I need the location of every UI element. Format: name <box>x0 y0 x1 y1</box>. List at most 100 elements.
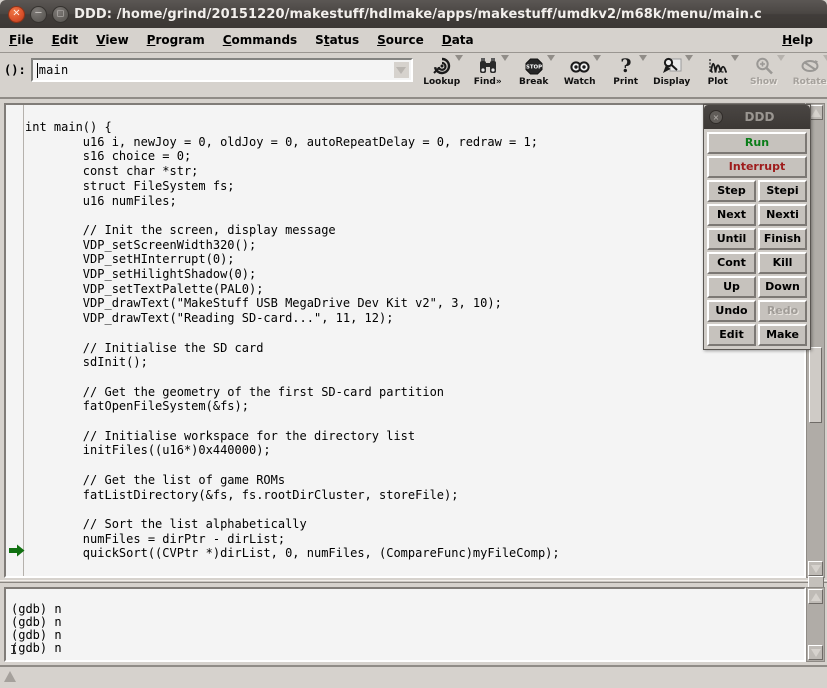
statusbar <box>0 665 827 688</box>
toolbar-buttons: Lookup Find» <box>419 53 827 87</box>
source-view[interactable]: int main() { u16 i, newJoy = 0, oldJoy =… <box>4 103 806 578</box>
toolbar-button-label: Find» <box>474 77 502 87</box>
command-button-stepi[interactable]: Stepi <box>758 180 807 202</box>
toolbar-button-label: Lookup <box>423 77 460 87</box>
window-titlebar: × − □ DDD: /home/grind/20151220/makestuf… <box>0 0 827 28</box>
source-code-text: int main() { u16 i, newJoy = 0, oldJoy =… <box>25 120 560 578</box>
toolbar-button-label: Print <box>613 77 638 87</box>
toolbar-button-print[interactable]: ? Print <box>603 54 649 87</box>
command-button-step[interactable]: Step <box>707 180 756 202</box>
console-scroll-down-button[interactable] <box>808 645 823 660</box>
menu-status[interactable]: Status <box>306 31 368 49</box>
dropdown-arrow-icon <box>547 55 555 61</box>
toolbar-button-plot[interactable]: Plot <box>695 54 741 87</box>
caret-down-icon <box>811 565 821 573</box>
argument-input[interactable]: main <box>31 58 413 82</box>
question-mark-icon: ? <box>613 54 639 78</box>
menu-source[interactable]: Source <box>368 31 433 49</box>
toolbar-button-label: Rotate <box>793 77 827 87</box>
menu-edit[interactable]: Edit <box>43 31 88 49</box>
command-button-cont[interactable]: Cont <box>707 252 756 274</box>
dropdown-arrow-icon <box>455 55 463 61</box>
argument-dropdown-button[interactable] <box>394 62 409 78</box>
menu-commands[interactable]: Commands <box>214 31 306 49</box>
text-caret <box>37 63 38 78</box>
command-window-title: DDD <box>723 110 810 124</box>
toolbar-button-lookup[interactable]: Lookup <box>419 54 465 87</box>
toolbar-button-label: Watch <box>564 77 596 87</box>
command-button-undo[interactable]: Undo <box>707 300 756 322</box>
binoculars-icon <box>475 54 501 78</box>
command-button-until[interactable]: Until <box>707 228 756 250</box>
toolbar-button-show: Show <box>741 54 787 87</box>
toolbar-button-find[interactable]: Find» <box>465 54 511 87</box>
caret-down-icon <box>811 649 821 657</box>
eyeglasses-icon <box>567 54 593 78</box>
dropdown-arrow-icon <box>731 55 739 61</box>
toolbar-button-label: Plot <box>708 77 728 87</box>
console-scroll-up-button[interactable] <box>808 589 823 604</box>
caret-up-icon <box>811 109 821 117</box>
toolbar-button-display[interactable]: Display <box>649 54 695 87</box>
menu-view[interactable]: View <box>87 31 137 49</box>
command-button-make[interactable]: Make <box>758 324 807 346</box>
command-button-run[interactable]: Run <box>707 132 807 154</box>
gdb-console[interactable]: (gdb) n (gdb) n (gdb) n (gdb) n I <box>4 587 806 662</box>
dropdown-arrow-icon <box>593 55 601 61</box>
command-window-titlebar: × DDD <box>704 105 810 129</box>
command-button-nexti[interactable]: Nexti <box>758 204 807 226</box>
current-line-arrow-icon <box>9 542 25 555</box>
magnifier-pen-icon <box>659 54 685 78</box>
command-tool-window: × DDD Run Interrupt Step Stepi Next Next… <box>703 104 811 350</box>
command-button-grid: Run Interrupt Step Stepi Next Nexti Unti… <box>704 129 810 349</box>
close-icon: × <box>713 113 720 122</box>
dropdown-arrow-icon <box>639 55 647 61</box>
window-maximize-button[interactable]: □ <box>52 6 69 23</box>
rotate-icon <box>797 54 823 78</box>
menu-help[interactable]: Help <box>773 31 827 49</box>
pane-splitter[interactable] <box>0 580 827 583</box>
toolbar-button-rotate: Rotate <box>787 54 827 87</box>
svg-text:STOP: STOP <box>526 65 542 71</box>
dropdown-arrow-icon <box>823 55 827 61</box>
menu-data[interactable]: Data <box>433 31 483 49</box>
command-button-next[interactable]: Next <box>707 204 756 226</box>
maximize-icon: □ <box>57 10 65 18</box>
dropdown-arrow-icon <box>685 55 693 61</box>
command-button-up[interactable]: Up <box>707 276 756 298</box>
scrollbar-thumb[interactable] <box>809 347 822 423</box>
minimize-icon: − <box>34 9 42 19</box>
menubar: File Edit View Program Commands Status S… <box>0 28 827 53</box>
argument-label: (): <box>4 63 31 77</box>
argument-input-value: main <box>33 63 69 77</box>
command-button-down[interactable]: Down <box>758 276 807 298</box>
window-title: DDD: /home/grind/20151220/makestuff/hdlm… <box>69 7 827 22</box>
command-button-redo: Redo <box>758 300 807 322</box>
resize-grip-icon[interactable] <box>4 671 16 682</box>
toolbar-button-label: Display <box>653 77 690 87</box>
console-vertical-scrollbar[interactable] <box>806 587 825 662</box>
caret-up-icon <box>811 593 821 601</box>
argument-field-group: (): main <box>4 58 413 82</box>
command-button-finish[interactable]: Finish <box>758 228 807 250</box>
lookup-spiral-icon <box>429 54 455 78</box>
toolbar-button-watch[interactable]: Watch <box>557 54 603 87</box>
source-gutter[interactable] <box>6 105 24 576</box>
zoom-in-icon <box>751 54 777 78</box>
svg-text:?: ? <box>620 56 631 76</box>
toolbar-button-label: Break <box>519 77 548 87</box>
command-button-edit[interactable]: Edit <box>707 324 756 346</box>
window-minimize-button[interactable]: − <box>30 6 47 23</box>
menu-program[interactable]: Program <box>138 31 214 49</box>
ddd-main-window: × − □ DDD: /home/grind/20151220/makestuf… <box>0 0 827 688</box>
window-close-button[interactable]: × <box>8 6 25 23</box>
stop-sign-icon: STOP <box>521 54 547 78</box>
dropdown-arrow-icon <box>777 55 785 61</box>
toolbar-button-break[interactable]: STOP Break <box>511 54 557 87</box>
command-window-close-button[interactable]: × <box>709 110 723 124</box>
command-button-kill[interactable]: Kill <box>758 252 807 274</box>
scroll-down-button[interactable] <box>808 561 823 576</box>
command-button-interrupt[interactable]: Interrupt <box>707 156 807 178</box>
menu-file[interactable]: File <box>0 31 43 49</box>
gdb-console-caret: I <box>10 643 17 657</box>
